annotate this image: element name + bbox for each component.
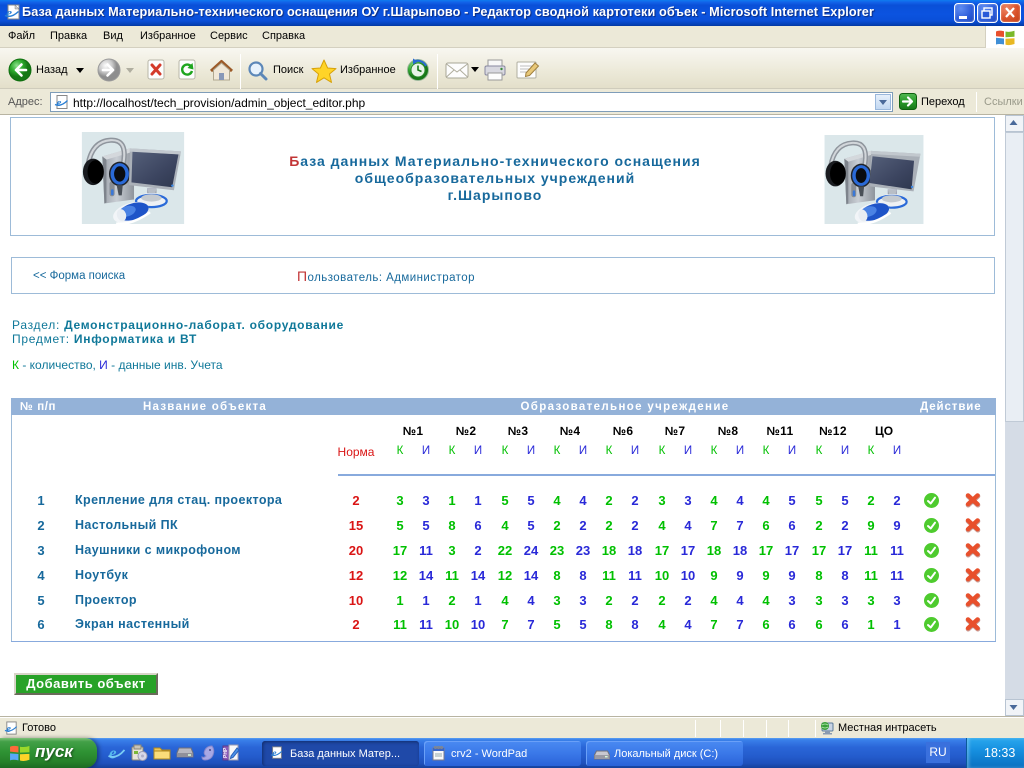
svg-text:PHP: PHP [223,747,229,758]
svg-text:e: e [6,724,11,735]
svg-text:e: e [109,744,117,762]
svg-text:e: e [272,748,277,759]
svg-text:e: e [57,97,62,109]
svg-text:e: e [6,5,12,20]
